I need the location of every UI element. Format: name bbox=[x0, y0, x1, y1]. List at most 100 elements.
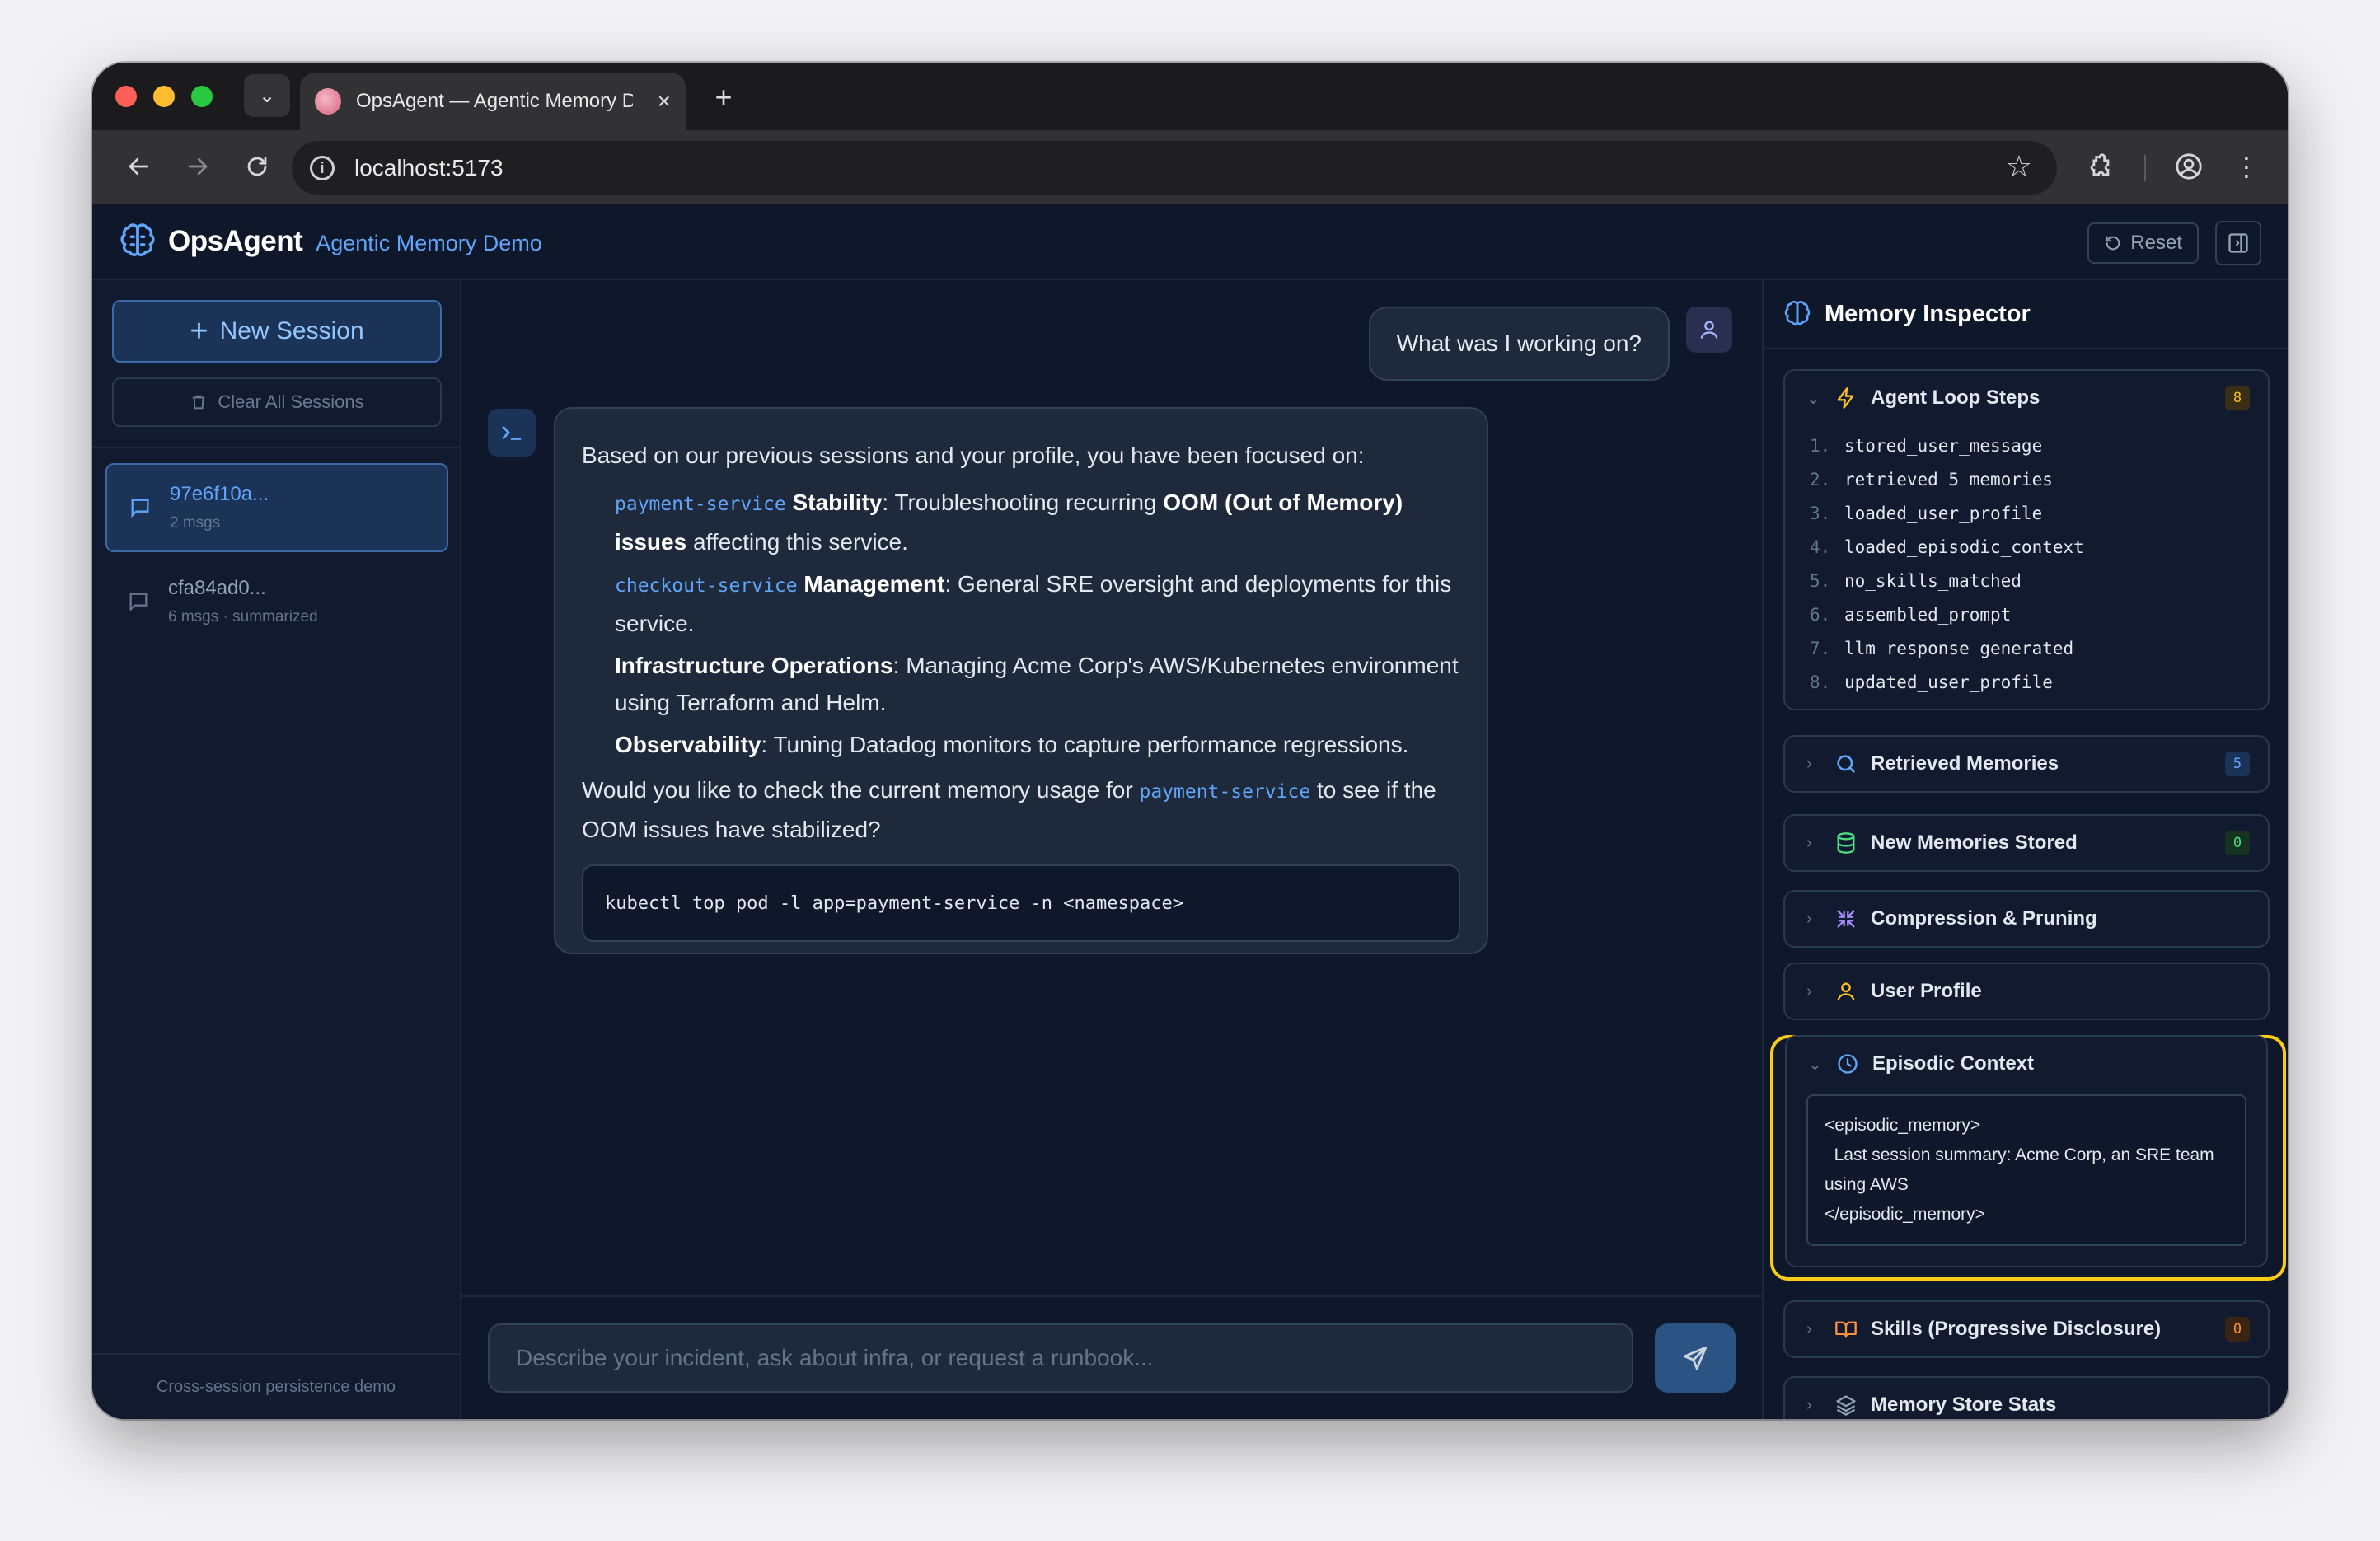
step-number: 5. bbox=[1810, 570, 1831, 591]
composer bbox=[461, 1295, 1762, 1419]
step-number: 6. bbox=[1810, 604, 1831, 625]
profile-button[interactable] bbox=[2167, 145, 2210, 188]
section-memory-store-stats: › Memory Store Stats bbox=[1783, 1376, 2270, 1419]
section-compression-pruning: › Compression & Pruning bbox=[1783, 890, 2270, 948]
section-label: Memory Store Stats bbox=[1871, 1393, 2057, 1416]
maximize-window-button[interactable] bbox=[191, 86, 213, 107]
section-agent-loop-steps: ⌄ Agent Loop Steps 8 1. stored_user_messa… bbox=[1783, 369, 2270, 710]
app-root: OpsAgent Agentic Memory Demo Reset + New… bbox=[92, 204, 2288, 1419]
new-session-label: New Session bbox=[219, 317, 364, 344]
reload-button[interactable] bbox=[236, 145, 279, 188]
account-icon bbox=[2176, 153, 2202, 180]
send-button[interactable] bbox=[1655, 1323, 1736, 1393]
agent-message: Based on our previous sessions and your … bbox=[554, 407, 1488, 954]
tab-search-button[interactable]: ⌄ bbox=[244, 74, 290, 117]
item-text: affecting this service. bbox=[686, 529, 908, 555]
session-item[interactable]: cfa84ad0... 6 msgs · summarized bbox=[105, 557, 448, 646]
section-label: New Memories Stored bbox=[1871, 831, 2078, 854]
inspector-title: Memory Inspector bbox=[1825, 300, 2031, 327]
panel-right-icon bbox=[2228, 233, 2248, 253]
inline-code: payment-service bbox=[615, 494, 786, 515]
section-header[interactable]: › New Memories Stored 0 bbox=[1785, 816, 2268, 870]
section-header[interactable]: › Skills (Progressive Disclosure) 0 bbox=[1785, 1302, 2268, 1356]
user-icon bbox=[1837, 982, 1855, 1000]
list-item: 3. loaded_user_profile bbox=[1810, 496, 2268, 530]
section-header[interactable]: › Retrieved Memories 5 bbox=[1785, 737, 2268, 791]
new-tab-button[interactable]: + bbox=[702, 76, 745, 119]
toggle-inspector-button[interactable] bbox=[2215, 221, 2261, 265]
inline-code: payment-service bbox=[1139, 781, 1311, 803]
chevron-down-icon: ⌄ bbox=[1808, 1055, 1822, 1074]
session-item[interactable]: 97e6f10a... 2 msgs bbox=[105, 463, 448, 552]
arrow-right-icon bbox=[188, 157, 208, 176]
sidebar-divider bbox=[92, 447, 460, 448]
search-icon bbox=[1837, 755, 1855, 773]
item-text: : Tuning Datadog monitors to capture per… bbox=[761, 732, 1409, 757]
user-message: What was I working on? bbox=[1368, 307, 1670, 381]
tab-title: OpsAgent — Agentic Memory Demo bbox=[356, 90, 633, 112]
browser-tab[interactable]: OpsAgent — Agentic Memory Demo × bbox=[300, 73, 686, 130]
step-name: no_skills_matched bbox=[1844, 570, 2022, 591]
step-number: 3. bbox=[1810, 503, 1831, 523]
trash-icon bbox=[193, 395, 205, 410]
section-label: Retrieved Memories bbox=[1871, 752, 2059, 775]
inspector-header: Memory Inspector bbox=[1764, 280, 2288, 349]
step-name: llm_response_generated bbox=[1844, 638, 2074, 658]
tab-close-icon[interactable]: × bbox=[658, 88, 671, 115]
send-icon bbox=[1683, 1346, 1708, 1370]
browser-menu-button[interactable]: ⋮ bbox=[2225, 145, 2268, 188]
minimize-window-button[interactable] bbox=[153, 86, 175, 107]
session-name: 97e6f10a... bbox=[170, 483, 269, 505]
step-name: loaded_user_profile bbox=[1844, 503, 2043, 523]
chevron-right-icon: › bbox=[1806, 1395, 1812, 1414]
list-item: Infrastructure Operations: Managing Acme… bbox=[615, 647, 1460, 721]
agent-focus-list: payment-service Stability: Troubleshooti… bbox=[615, 484, 1460, 763]
back-button[interactable] bbox=[117, 145, 160, 188]
section-header[interactable]: › Compression & Pruning bbox=[1785, 892, 2268, 946]
close-window-button[interactable] bbox=[115, 86, 137, 107]
zap-icon bbox=[1837, 387, 1854, 409]
puzzle-icon bbox=[2090, 153, 2110, 176]
chevron-right-icon: › bbox=[1806, 981, 1812, 1000]
section-header[interactable]: ⌄ Episodic Context bbox=[1787, 1037, 2266, 1091]
count-badge: 0 bbox=[2225, 1317, 2250, 1342]
count-badge: 5 bbox=[2225, 752, 2250, 776]
bookmark-star-icon[interactable]: ☆ bbox=[2006, 149, 2032, 184]
section-label: Skills (Progressive Disclosure) bbox=[1871, 1318, 2162, 1340]
site-info-icon[interactable]: i bbox=[310, 156, 335, 180]
step-number: 8. bbox=[1810, 672, 1831, 692]
section-header[interactable]: ⌄ Agent Loop Steps 8 bbox=[1785, 371, 2268, 425]
session-meta: 6 msgs · summarized bbox=[168, 608, 318, 625]
forward-button[interactable] bbox=[176, 145, 219, 188]
plus-icon: + bbox=[190, 314, 208, 349]
new-session-button[interactable]: + New Session bbox=[112, 300, 442, 363]
list-item: Observability: Tuning Datadog monitors t… bbox=[615, 726, 1460, 763]
section-header[interactable]: › Memory Store Stats bbox=[1785, 1378, 2268, 1419]
arrow-left-icon bbox=[129, 157, 148, 176]
url-text[interactable]: localhost:5173 bbox=[354, 155, 504, 181]
list-item: 7. llm_response_generated bbox=[1810, 631, 2268, 665]
step-name: retrieved_5_memories bbox=[1844, 469, 2053, 489]
clear-all-sessions-button[interactable]: Clear All Sessions bbox=[112, 377, 442, 427]
step-number: 2. bbox=[1810, 469, 1831, 489]
database-icon bbox=[1837, 832, 1855, 854]
extensions-button[interactable] bbox=[2078, 145, 2121, 188]
bold-text: Observability bbox=[615, 732, 761, 757]
section-header[interactable]: › User Profile bbox=[1785, 964, 2268, 1019]
reload-icon bbox=[247, 157, 267, 176]
step-name: updated_user_profile bbox=[1844, 672, 2053, 692]
bold-text: Infrastructure Operations bbox=[615, 653, 893, 678]
chevron-right-icon: › bbox=[1806, 909, 1812, 928]
message-input[interactable] bbox=[488, 1323, 1633, 1393]
bold-text: Stability bbox=[792, 489, 883, 515]
browser-window: ⌄ OpsAgent — Agentic Memory Demo × + i l… bbox=[92, 63, 2288, 1419]
terminal-icon bbox=[502, 426, 522, 440]
rotate-ccw-icon bbox=[2106, 236, 2120, 251]
list-item: checkout-service Management: General SRE… bbox=[615, 565, 1460, 642]
reset-button[interactable]: Reset bbox=[2087, 222, 2199, 264]
step-name: stored_user_message bbox=[1844, 435, 2043, 456]
address-bar[interactable]: i localhost:5173 ☆ bbox=[292, 141, 2057, 195]
user-icon bbox=[1700, 321, 1718, 339]
list-item: payment-service Stability: Troubleshooti… bbox=[615, 484, 1460, 560]
step-number: 7. bbox=[1810, 638, 1831, 658]
